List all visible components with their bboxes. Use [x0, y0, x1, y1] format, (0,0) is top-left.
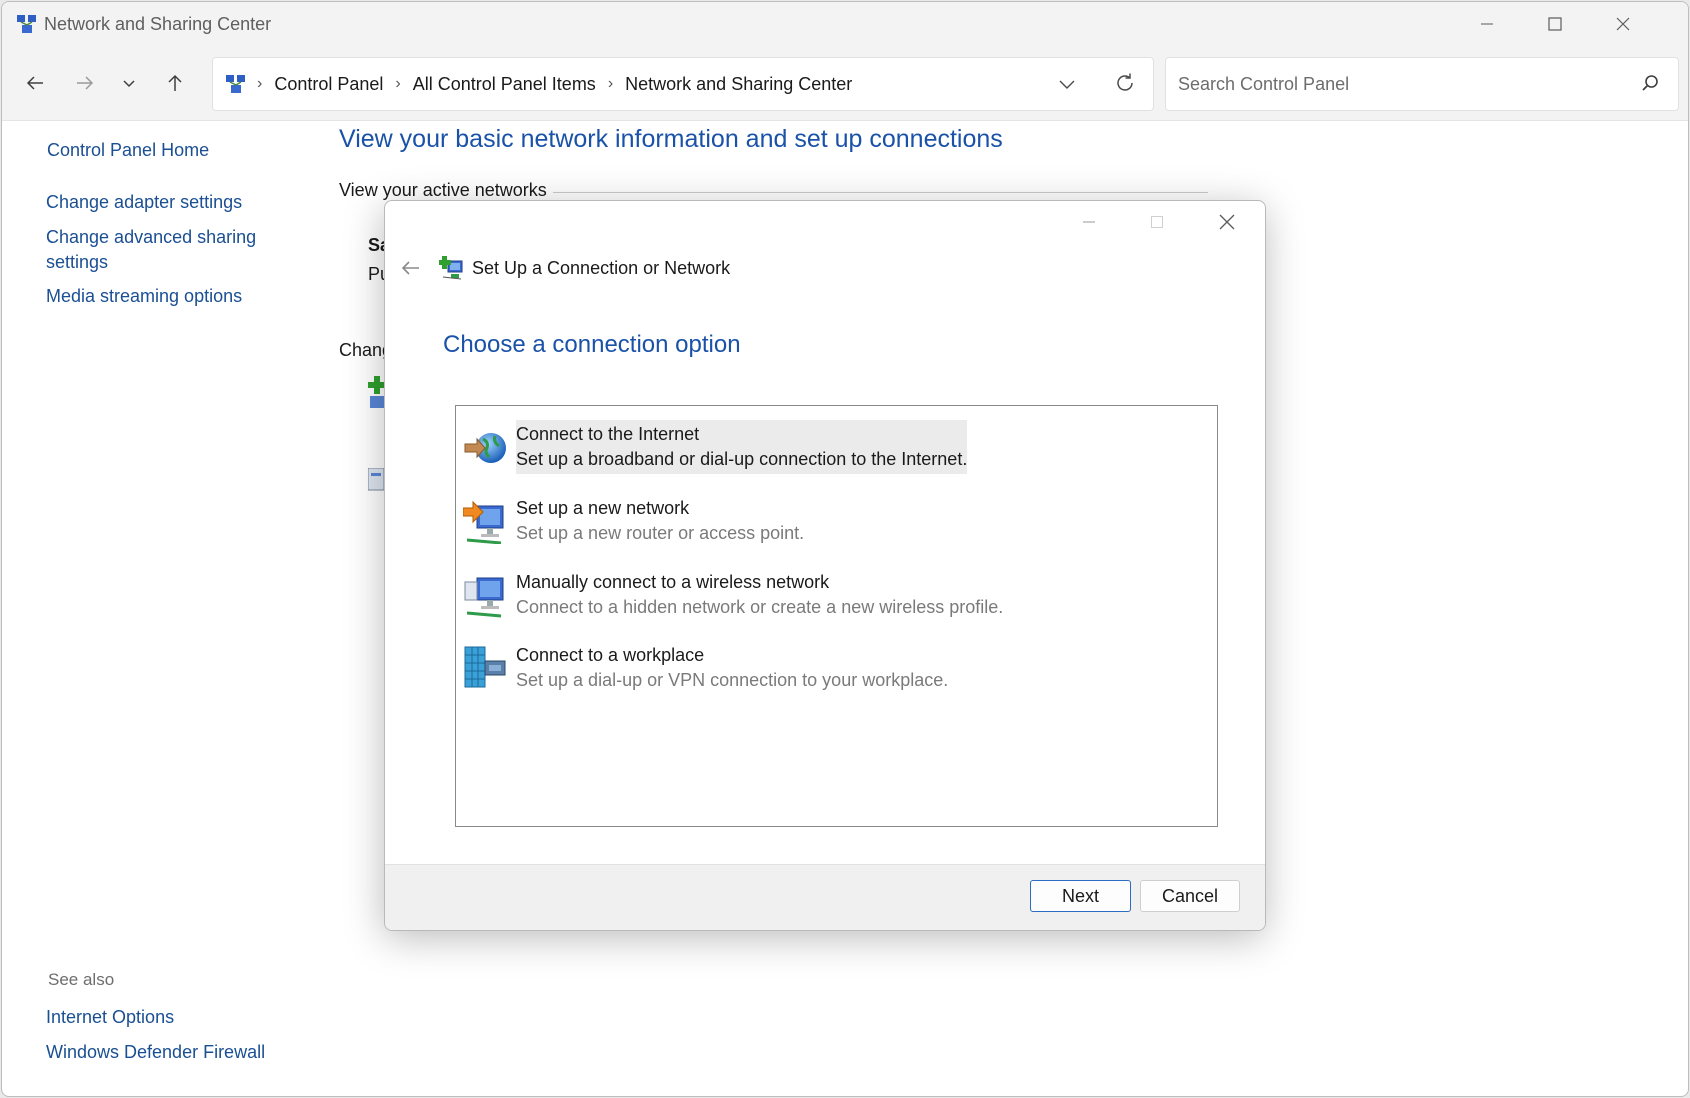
control-panel-home-link[interactable]: Control Panel Home	[47, 138, 209, 163]
change-adapter-settings-link[interactable]: Change adapter settings	[46, 190, 242, 215]
arrow-left-icon	[401, 261, 419, 275]
see-also-label: See also	[48, 970, 115, 989]
option-title: Set up a new network	[516, 498, 690, 518]
dialog-maximize-button[interactable]	[1127, 207, 1187, 237]
chevron-right-icon[interactable]: ›	[257, 75, 262, 93]
media-streaming-options-link[interactable]: Media streaming options	[46, 284, 242, 309]
next-button[interactable]: Next	[1030, 880, 1131, 912]
refresh-button[interactable]	[1113, 71, 1137, 100]
network-sharing-center-window: Network and Sharing Center › Control Pan…	[1, 1, 1689, 1097]
back-button[interactable]	[20, 68, 50, 98]
option-text: Connect to a workplace Set up a dial-up …	[516, 641, 948, 695]
chevron-down-icon	[1059, 80, 1075, 89]
page-title: View your basic network information and …	[339, 125, 1003, 153]
option-description: Set up a broadband or dial-up connection…	[516, 449, 968, 469]
refresh-icon	[1117, 73, 1133, 91]
breadcrumb-network-center[interactable]: Network and Sharing Center	[625, 74, 852, 95]
title-bar: Network and Sharing Center	[2, 2, 1688, 46]
option-text: Set up a new network Set up a new router…	[516, 494, 804, 548]
dialog-close-button[interactable]	[1197, 207, 1257, 237]
minimize-icon	[1481, 23, 1493, 25]
chevron-down-icon	[123, 80, 135, 88]
option-workplace[interactable]: Connect to a workplace Set up a dial-up …	[460, 639, 1200, 699]
active-networks-label: View your active networks	[339, 180, 547, 200]
option-description: Set up a dial-up or VPN connection to yo…	[516, 670, 949, 690]
troubleshoot-icon	[368, 468, 384, 491]
change-advanced-sharing-link[interactable]: Change advanced sharing settings	[46, 225, 276, 275]
network-center-icon	[17, 15, 36, 33]
internet-options-link[interactable]: Internet Options	[46, 1005, 174, 1030]
breadcrumb-control-panel[interactable]: Control Panel	[274, 74, 383, 95]
dialog-back-button[interactable]	[399, 257, 421, 284]
wireless-network-icon	[464, 577, 504, 618]
arrow-right-icon	[77, 76, 94, 90]
workplace-icon	[464, 646, 506, 688]
connection-options-list: Connect to the Internet Set up a broadba…	[455, 405, 1218, 827]
breadcrumb-all-items[interactable]: All Control Panel Items	[413, 74, 596, 95]
globe-icon	[464, 433, 506, 463]
recent-locations-button[interactable]	[114, 68, 144, 98]
setup-connection-dialog: Set Up a Connection or Network Choose a …	[384, 200, 1266, 931]
setup-network-icon	[439, 256, 463, 280]
new-network-icon	[463, 500, 504, 544]
address-dropdown-button[interactable]	[1057, 74, 1077, 99]
arrow-left-icon	[26, 76, 43, 90]
maximize-icon	[1548, 17, 1562, 31]
dialog-footer: Next Cancel	[385, 864, 1265, 930]
option-title: Connect to a workplace	[516, 645, 705, 665]
forward-button[interactable]	[70, 68, 100, 98]
option-description: Set up a new router or access point.	[516, 523, 805, 543]
option-text: Connect to the Internet Set up a broadba…	[516, 420, 968, 474]
option-new-network[interactable]: Set up a new network Set up a new router…	[460, 492, 1200, 552]
dialog-minimize-button[interactable]	[1059, 207, 1119, 237]
option-title: Connect to the Internet	[516, 424, 700, 444]
minimize-icon	[1083, 221, 1095, 223]
chevron-right-icon[interactable]: ›	[608, 75, 613, 93]
option-description: Connect to a hidden network or create a …	[516, 597, 1004, 617]
window-title: Network and Sharing Center	[44, 14, 272, 34]
navigation-bar: › Control Panel › All Control Panel Item…	[2, 46, 1688, 121]
maximize-button[interactable]	[1522, 2, 1588, 46]
option-manual-wireless[interactable]: Manually connect to a wireless network C…	[460, 566, 1200, 626]
dialog-title: Set Up a Connection or Network	[472, 258, 731, 278]
dialog-heading: Choose a connection option	[443, 331, 741, 358]
close-window-button[interactable]	[1590, 2, 1656, 46]
cancel-button[interactable]: Cancel	[1140, 880, 1240, 912]
search-input[interactable]	[1176, 70, 1620, 98]
maximize-icon	[1151, 216, 1163, 228]
control-panel-icon	[226, 75, 245, 93]
arrow-up-icon	[168, 74, 182, 91]
minimize-button[interactable]	[1454, 2, 1520, 46]
option-title: Manually connect to a wireless network	[516, 572, 830, 592]
search-box[interactable]	[1165, 57, 1679, 111]
windows-defender-firewall-link[interactable]: Windows Defender Firewall	[46, 1040, 265, 1065]
address-bar[interactable]: › Control Panel › All Control Panel Item…	[212, 57, 1154, 111]
up-button[interactable]	[160, 68, 190, 98]
breadcrumb: › Control Panel › All Control Panel Item…	[225, 58, 852, 110]
chevron-right-icon[interactable]: ›	[395, 75, 400, 93]
close-icon	[1219, 214, 1235, 230]
search-icon[interactable]	[1640, 73, 1660, 93]
close-icon	[1616, 17, 1630, 31]
option-text: Manually connect to a wireless network C…	[516, 568, 1003, 622]
option-connect-internet[interactable]: Connect to the Internet Set up a broadba…	[460, 418, 1200, 478]
section-divider	[553, 192, 1208, 193]
